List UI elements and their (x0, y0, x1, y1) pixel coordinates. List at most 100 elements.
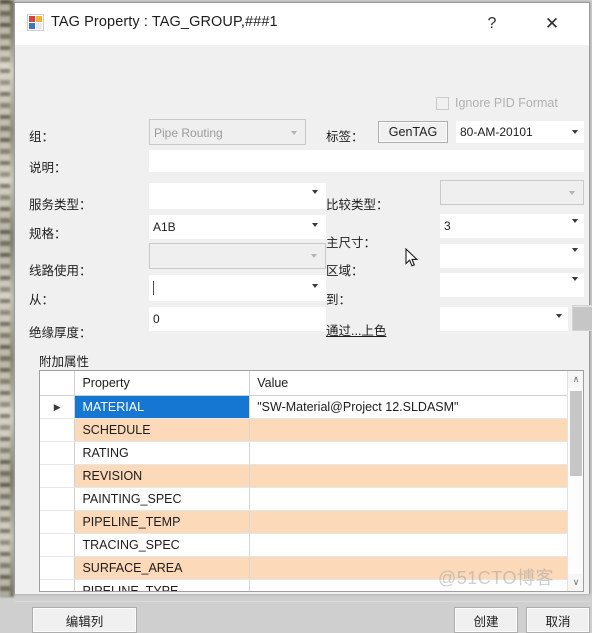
comparison-type-combo[interactable] (440, 180, 584, 205)
chevron-down-icon (572, 130, 578, 134)
chevron-down-icon (569, 191, 575, 195)
window-title: TAG Property : TAG_GROUP,###1 (51, 14, 278, 30)
service-type-combo[interactable] (149, 183, 326, 209)
cell-property[interactable]: MATERIAL (74, 395, 251, 419)
chevron-down-icon (312, 190, 318, 194)
insulation-thickness-input[interactable]: 0 (149, 307, 326, 331)
row-selector-cell[interactable] (40, 418, 76, 442)
cell-property[interactable]: TRACING_SPEC (74, 533, 251, 557)
main-size-value: 3 (444, 219, 451, 233)
area-combo[interactable] (440, 244, 584, 268)
from-value (153, 281, 156, 295)
column-header-property[interactable]: Property (74, 371, 251, 396)
main-size-combo[interactable]: 3 (440, 214, 584, 238)
service-type-label: 服务类型： (29, 198, 92, 212)
dialog-content: Ignore PID Format 组： Pipe Routing 标签： Ge… (15, 45, 592, 633)
cell-value[interactable] (249, 418, 568, 442)
comparison-type-label: 比较类型： (326, 198, 389, 212)
gentag-button[interactable]: GenTAG (378, 121, 448, 143)
table-header-row: Property Value (40, 371, 568, 396)
cell-property[interactable]: PIPELINE_TYPE (74, 579, 251, 591)
description-input[interactable] (149, 150, 584, 172)
row-selector-cell[interactable]: ▶ (40, 395, 76, 419)
cell-property[interactable]: REVISION (74, 464, 251, 488)
row-selector-cell[interactable] (40, 441, 76, 465)
table-row[interactable]: SCHEDULE (40, 418, 568, 442)
color-swatch-button[interactable] (572, 305, 592, 331)
row-selector-cell[interactable] (40, 533, 76, 557)
close-button[interactable]: ✕ (529, 3, 575, 45)
cell-value[interactable] (249, 464, 568, 488)
cell-value[interactable] (249, 510, 568, 534)
cell-value[interactable]: "SW-Material@Project 12.SLDASM" (249, 395, 568, 419)
ignore-pid-format-label: Ignore PID Format (455, 96, 558, 110)
cell-property[interactable]: SCHEDULE (74, 418, 251, 442)
cell-value[interactable] (249, 487, 568, 511)
cell-value[interactable] (249, 579, 568, 591)
row-selector-header (40, 371, 76, 396)
row-selector-cell[interactable] (40, 579, 76, 591)
ignore-pid-format-checkbox[interactable]: Ignore PID Format (436, 96, 558, 110)
specification-label: 规格： (29, 227, 67, 241)
tag-value: 80-AM-20101 (460, 125, 533, 139)
table-row[interactable]: PIPELINE_TEMP (40, 510, 568, 534)
chevron-down-icon (312, 284, 318, 288)
extra-properties-grid[interactable]: Property Value ▶ MATERIAL "SW-Material@Pro… (39, 370, 584, 592)
color-by-combo[interactable] (440, 307, 568, 331)
table-row[interactable]: RATING (40, 441, 568, 465)
line-usage-label: 线路使用： (29, 264, 92, 278)
column-header-value[interactable]: Value (249, 371, 568, 396)
cell-property[interactable]: PAINTING_SPEC (74, 487, 251, 511)
help-button[interactable]: ? (469, 3, 515, 45)
cell-property[interactable]: RATING (74, 441, 251, 465)
table-row[interactable]: ▶ MATERIAL "SW-Material@Project 12.SLDASM" (40, 395, 568, 419)
specification-combo[interactable]: A1B (149, 215, 326, 239)
insulation-thickness-value: 0 (153, 312, 160, 326)
create-button[interactable]: 创建 (454, 607, 518, 633)
row-selector-cell[interactable] (40, 487, 76, 511)
chevron-down-icon (556, 314, 562, 318)
background-panel-texture (0, 0, 10, 597)
table-row[interactable]: PIPELINE_TYPE (40, 579, 568, 591)
line-usage-combo[interactable] (149, 243, 326, 269)
extra-properties-title: 附加属性 (39, 355, 90, 369)
description-label: 说明： (29, 161, 67, 175)
group-value: Pipe Routing (154, 126, 223, 140)
app-property-icon (27, 14, 44, 31)
edit-columns-button[interactable]: 编辑列 (32, 607, 137, 633)
chevron-down-icon (312, 223, 318, 227)
specification-value: A1B (153, 220, 176, 234)
row-selector-cell[interactable] (40, 510, 76, 534)
table-row[interactable]: PAINTING_SPEC (40, 487, 568, 511)
table-row[interactable]: TRACING_SPEC (40, 533, 568, 557)
color-by-link[interactable]: 通过...上色 (326, 320, 386, 339)
from-label: 从： (29, 293, 55, 307)
row-selector-cell[interactable] (40, 464, 76, 488)
cell-value[interactable] (249, 533, 568, 557)
chevron-down-icon (572, 248, 578, 252)
cell-property[interactable]: PIPELINE_TEMP (74, 510, 251, 534)
tag-property-dialog: TAG Property : TAG_GROUP,###1 ? ✕ Ignore… (14, 2, 592, 633)
row-selector-cell[interactable] (40, 556, 76, 580)
scroll-up-icon[interactable]: ∧ (568, 371, 583, 388)
cell-property[interactable]: SURFACE_AREA (74, 556, 251, 580)
to-label: 到： (326, 293, 352, 307)
chevron-down-icon (311, 254, 317, 258)
to-combo[interactable] (440, 273, 584, 297)
cell-value[interactable] (249, 441, 568, 465)
scrollbar-thumb[interactable] (570, 391, 582, 476)
table-row[interactable]: SURFACE_AREA (40, 556, 568, 580)
grid-scrollbar[interactable]: ∧ ∨ (567, 371, 583, 591)
chevron-down-icon (291, 131, 297, 135)
cell-value[interactable] (249, 556, 568, 580)
group-combo[interactable]: Pipe Routing (149, 119, 306, 145)
from-combo[interactable] (149, 275, 326, 301)
main-size-label: 主尺寸： (326, 236, 377, 250)
cancel-button[interactable]: 取消 (526, 607, 590, 633)
table-row[interactable]: REVISION (40, 464, 568, 488)
chevron-down-icon (572, 277, 578, 281)
tag-value-combo[interactable]: 80-AM-20101 (456, 121, 584, 143)
tag-label: 标签： (326, 130, 364, 144)
footer-divider (15, 601, 591, 602)
scroll-down-icon[interactable]: ∨ (568, 574, 583, 591)
